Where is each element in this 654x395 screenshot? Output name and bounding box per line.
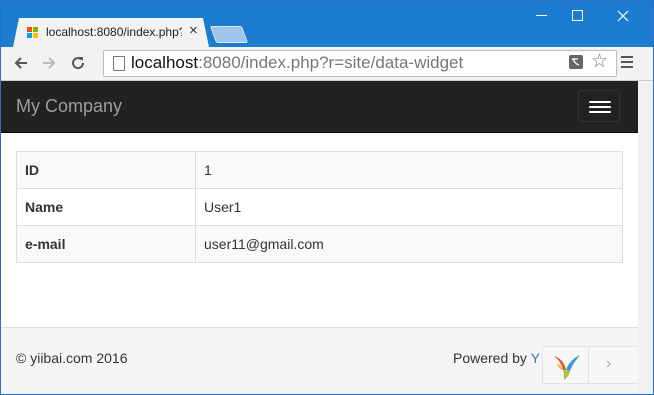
new-tab-button[interactable] [209, 26, 249, 43]
yii-framework-link[interactable]: Y [531, 350, 540, 366]
detail-view-table: ID 1 Name User1 e-mail user11@gmail.com [16, 151, 623, 263]
copyright-text: © yiibai.com 2016 [16, 350, 128, 366]
table-row: Name User1 [16, 188, 623, 226]
site-footer: © yiibai.com 2016 Powered by Y › [1, 327, 638, 394]
brand-link[interactable]: My Company [16, 96, 122, 116]
translate-glyph-icon [572, 58, 580, 66]
maximize-button[interactable] [555, 3, 599, 29]
tab-title: localhost:8080/index.php?r=site/data-wid… [46, 25, 182, 39]
favicon-icon [27, 27, 39, 39]
tab-close-icon[interactable]: × [189, 23, 198, 39]
site-navbar: My Company [1, 81, 638, 133]
translate-icon[interactable] [569, 55, 583, 69]
page-viewport: My Company ID 1 Name User1 e-mail user11… [1, 81, 653, 394]
address-bar[interactable]: localhost:8080/index.php?r=site/data-wid… [103, 50, 617, 77]
minimize-icon [535, 15, 547, 17]
url-text[interactable]: localhost:8080/index.php?r=site/data-wid… [131, 53, 463, 73]
hamburger-icon [589, 101, 611, 103]
browser-tab[interactable]: localhost:8080/index.php?r=site/data-wid… [13, 18, 209, 47]
page-icon [113, 56, 125, 71]
table-row: e-mail user11@gmail.com [16, 225, 623, 263]
reload-icon [72, 57, 85, 70]
title-bar: localhost:8080/index.php?r=site/data-wid… [1, 1, 653, 47]
debug-divider [588, 347, 589, 385]
back-arrow-icon [14, 57, 27, 69]
close-icon [617, 10, 629, 22]
yii-logo-icon [554, 355, 580, 380]
back-button[interactable] [10, 52, 32, 74]
browser-window: localhost:8080/index.php?r=site/data-wid… [0, 0, 654, 395]
powered-by-text: Powered by Y [453, 350, 540, 366]
navbar-toggle-button[interactable] [578, 90, 620, 122]
maximize-icon [571, 10, 583, 22]
forward-arrow-icon [43, 57, 56, 69]
bookmark-star-icon[interactable]: ☆ [591, 51, 608, 73]
browser-menu-icon[interactable] [621, 56, 635, 70]
browser-toolbar: localhost:8080/index.php?r=site/data-wid… [1, 47, 653, 81]
close-window-button[interactable] [601, 3, 645, 29]
row-label: ID [16, 151, 196, 189]
row-label: Name [16, 188, 196, 226]
url-path: :8080/index.php?r=site/data-widget [198, 53, 464, 72]
debug-expand-icon[interactable]: › [606, 355, 611, 373]
row-value: 1 [195, 151, 623, 189]
powered-by-prefix: Powered by [453, 350, 531, 366]
url-host: localhost [131, 53, 199, 72]
reload-button[interactable] [67, 52, 89, 74]
row-value: User1 [195, 188, 623, 226]
page-scrollbar[interactable] [638, 81, 653, 394]
row-value: user11@gmail.com [195, 225, 623, 263]
debug-toolbar-minimized[interactable]: › [542, 346, 638, 385]
row-label: e-mail [16, 225, 196, 263]
forward-button[interactable] [38, 52, 60, 74]
table-row: ID 1 [16, 151, 623, 189]
